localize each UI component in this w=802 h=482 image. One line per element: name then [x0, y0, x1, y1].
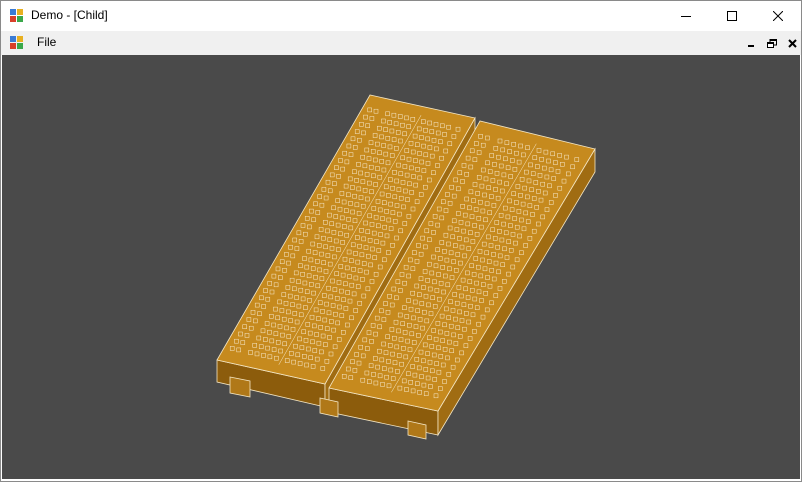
maximize-icon [727, 11, 737, 21]
minimize-button[interactable] [663, 1, 709, 31]
child-window-icon[interactable] [10, 36, 24, 50]
maximize-button[interactable] [709, 1, 755, 31]
close-button[interactable] [755, 1, 801, 31]
minimize-icon [681, 16, 691, 17]
mdi-close-button[interactable] [784, 36, 800, 50]
title-bar[interactable]: Demo - [Child] [1, 1, 801, 31]
breadboard-model [216, 94, 596, 440]
close-icon [787, 38, 797, 48]
close-icon [773, 11, 783, 21]
mdi-restore-button[interactable] [764, 36, 780, 50]
app-window-icon [10, 9, 24, 23]
mdi-minimize-button[interactable] [743, 36, 759, 50]
application-window: Demo - [Child] File [0, 0, 802, 482]
minimize-icon [748, 45, 754, 47]
window-title: Demo - [Child] [31, 8, 108, 22]
3d-viewport[interactable] [2, 55, 800, 479]
restore-icon [767, 38, 777, 48]
menu-bar: File [1, 31, 801, 55]
menu-item-file[interactable]: File [31, 35, 62, 49]
